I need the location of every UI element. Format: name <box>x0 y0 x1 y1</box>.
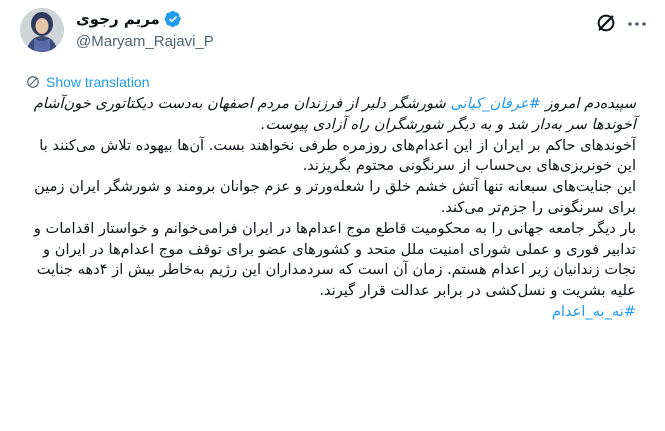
show-translation-label[interactable]: Show translation <box>46 74 150 90</box>
show-translation-link[interactable]: Show translation <box>26 74 150 90</box>
more-options-icon[interactable] <box>625 12 649 36</box>
tweet-text: سپیده‌دم امروز #عرفان_کیانی شورشگر دلیر … <box>16 94 636 323</box>
hashtag-erfan-kiani[interactable]: #عرفان_کیانی <box>450 95 540 112</box>
verified-badge-icon <box>164 10 181 28</box>
avatar[interactable] <box>20 8 64 52</box>
author-handle[interactable]: @Maryam_Rajavi_P <box>76 33 214 50</box>
author-display-name[interactable]: مریم رجوی <box>76 10 160 28</box>
tweet-paragraph-2: آخوندهای حاکم بر ایران از این اعدام‌های … <box>39 136 636 175</box>
avatar-image <box>20 8 64 52</box>
translate-globe-icon <box>27 76 39 88</box>
tweet-paragraph-3: این جنایت‌های سبعانه تنها آتش خشم خلق را… <box>34 178 636 216</box>
tweet-card: مریم رجوی @Maryam_Rajavi_P Show translat… <box>0 0 665 431</box>
grok-icon[interactable] <box>595 12 617 34</box>
paragraph-1-prefix: سپیده‌دم امروز <box>540 95 636 112</box>
tweet-paragraph-5: #نه_به_اعدام <box>16 302 636 323</box>
author-name-row: مریم رجوی <box>76 10 182 28</box>
tweet-paragraph-1: سپیده‌دم امروز #عرفان_کیانی شورشگر دلیر … <box>16 94 636 136</box>
hashtag-no-to-execution[interactable]: #نه_به_اعدام <box>552 303 636 320</box>
tweet-paragraph-4: بار دیگر جامعه جهانی را به محکومیت قاطع … <box>33 219 636 300</box>
